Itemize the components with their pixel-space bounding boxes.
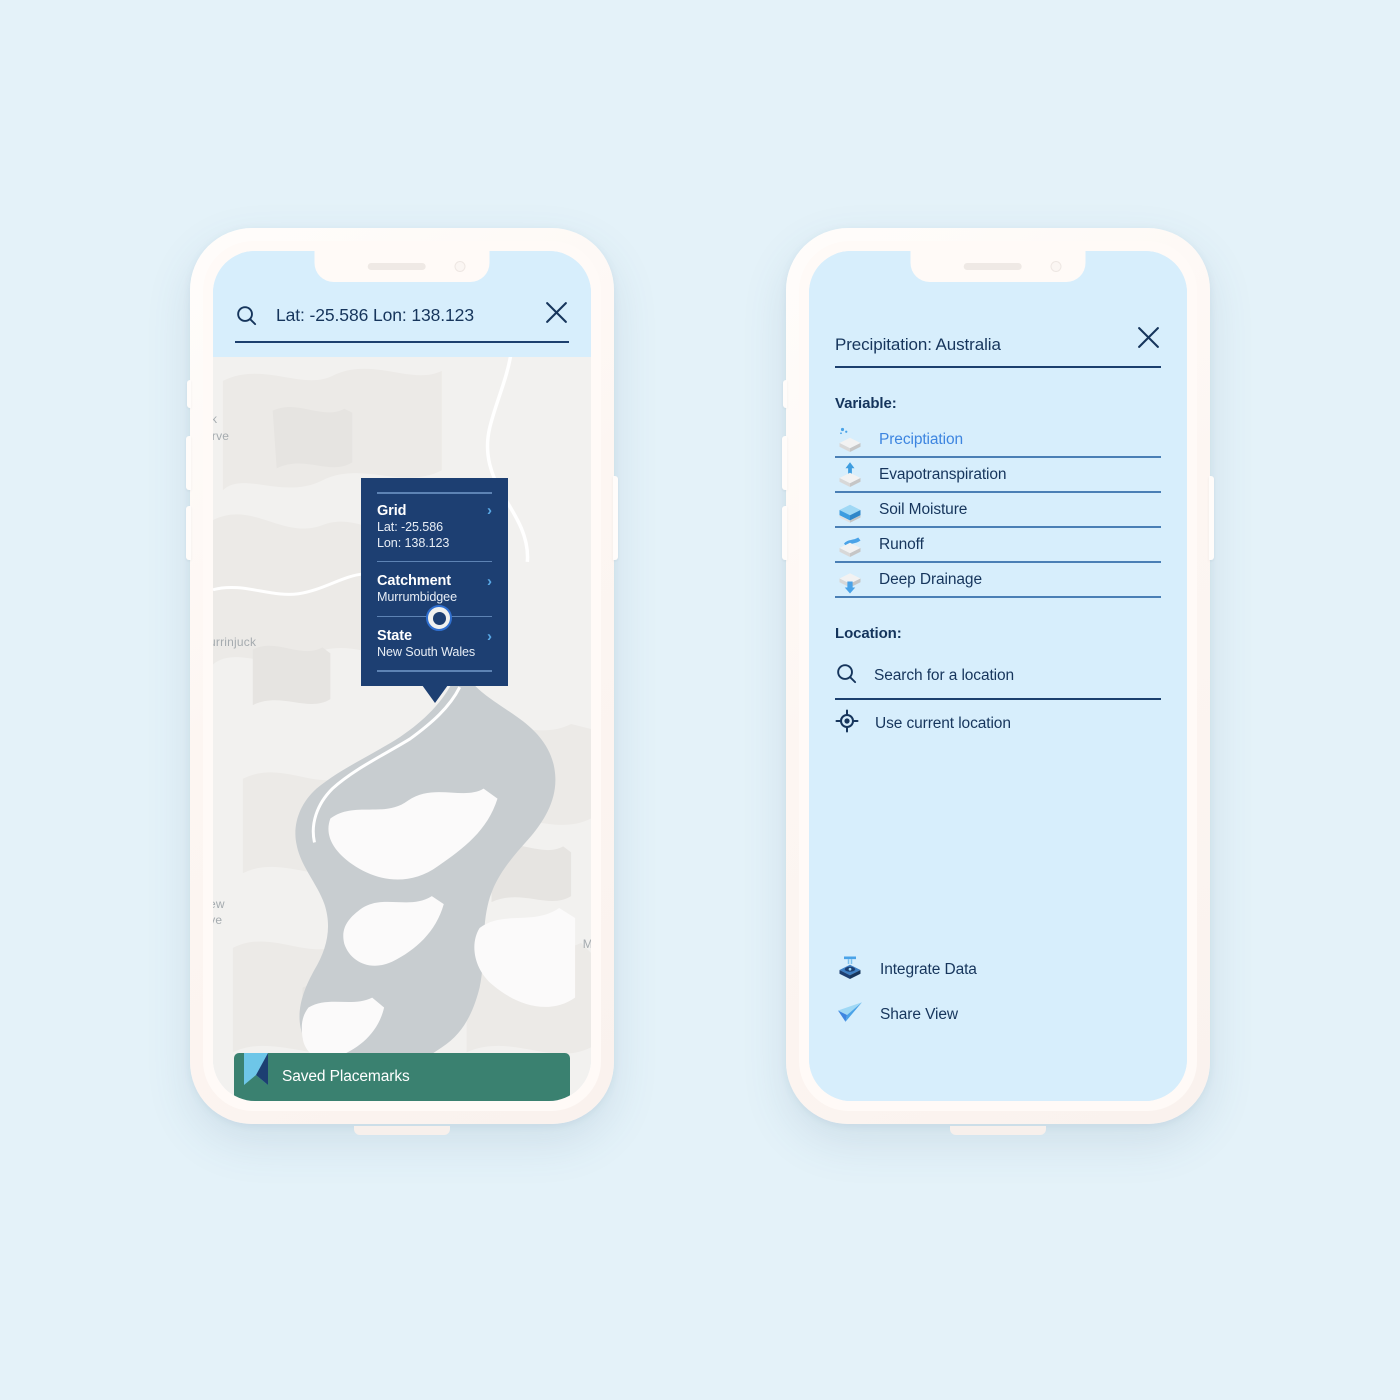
info-section-value: Murrumbidgee [377, 590, 457, 605]
use-current-location-label: Use current location [875, 714, 1011, 732]
power-button[interactable] [1209, 476, 1214, 560]
phone-mockup-panel: Precipitation: Australia Variable: Preci… [782, 228, 1214, 1135]
variable-row-deep-drainage[interactable]: Deep Drainage [835, 563, 1161, 598]
variable-section-label: Variable: [835, 395, 897, 412]
panel-header: Precipitation: Australia [835, 325, 1161, 368]
info-section-value: New South Wales [377, 645, 476, 660]
phone-bezel: Precipitation: Australia Variable: Preci… [799, 241, 1197, 1111]
home-indicator [950, 1126, 1046, 1135]
info-section-title: Catchment [377, 573, 452, 590]
front-camera [1050, 261, 1061, 272]
map-label-rve: rve [213, 913, 223, 927]
variable-row-evapotranspiration[interactable]: Evapotranspiration [835, 458, 1161, 493]
terrain-map [213, 357, 591, 1101]
info-section-catchment[interactable]: Catchment › Murrumbidgee [377, 573, 492, 605]
variable-label: Runoff [879, 535, 924, 553]
share-view-row[interactable]: Share View [835, 992, 1161, 1037]
close-icon[interactable] [1136, 325, 1161, 355]
map-label-m: M [582, 937, 591, 951]
paper-plane-icon [835, 997, 865, 1032]
deep-drainage-cube-icon [835, 565, 865, 595]
mute-switch[interactable] [187, 380, 191, 408]
saved-placemarks-label: Saved Placemarks [282, 1068, 410, 1085]
runoff-cube-icon [835, 530, 865, 560]
bookmark-ribbon-icon [242, 1053, 270, 1101]
phone-bezel: Lake Burrinjuck urrinjuck k erve ew rve … [203, 241, 601, 1111]
integrate-data-row[interactable]: Integrate Data [835, 947, 1161, 992]
panel-screen: Precipitation: Australia Variable: Preci… [809, 251, 1187, 1101]
chevron-right-icon[interactable]: › [487, 629, 492, 644]
crosshair-location-icon [835, 709, 859, 738]
evapotranspiration-cube-icon [835, 460, 865, 490]
integrate-data-label: Integrate Data [880, 960, 977, 978]
search-icon [235, 304, 258, 327]
variable-row-runoff[interactable]: Runoff [835, 528, 1161, 563]
map-marker-dot[interactable] [426, 605, 452, 631]
search-input[interactable]: Lat: -25.586 Lon: 138.123 [276, 305, 526, 326]
map-label-ew: ew [213, 897, 225, 911]
card-divider [377, 492, 492, 494]
panel-actions: Integrate Data Share View [835, 947, 1161, 1037]
volume-down-button[interactable] [186, 506, 191, 560]
front-camera [454, 261, 465, 272]
earpiece-speaker [963, 263, 1022, 270]
search-location-row[interactable]: Search for a location [835, 653, 1161, 700]
info-section-state[interactable]: State › New South Wales [377, 628, 492, 660]
map-label-k: k [213, 412, 218, 426]
search-location-label: Search for a location [874, 666, 1015, 684]
location-section-label: Location: [835, 625, 902, 642]
variable-label: Evapotranspiration [879, 465, 1007, 483]
phone-mockup-map: Lake Burrinjuck urrinjuck k erve ew rve … [186, 228, 618, 1135]
search-icon [835, 662, 858, 690]
variable-label: Deep Drainage [879, 570, 982, 588]
variable-row-precipitation[interactable]: Preciptiation [835, 423, 1161, 458]
card-divider [377, 560, 492, 563]
map-label-urrinjuck: urrinjuck [213, 635, 257, 649]
variable-row-soil-moisture[interactable]: Soil Moisture [835, 493, 1161, 528]
device-notch [314, 251, 490, 282]
saved-placemarks-bar[interactable]: Saved Placemarks [234, 1053, 570, 1101]
info-section-title: Grid [377, 502, 407, 519]
info-section-grid[interactable]: Grid › Lat: -25.586 Lon: 138.123 [377, 503, 492, 551]
info-section-value-lat: Lat: -25.586 [377, 519, 444, 534]
volume-up-button[interactable] [782, 436, 787, 490]
volume-up-button[interactable] [186, 436, 191, 490]
chevron-right-icon[interactable]: › [487, 574, 492, 589]
variable-label: Preciptiation [879, 430, 963, 448]
map-canvas[interactable]: Lake Burrinjuck urrinjuck k erve ew rve … [213, 357, 591, 1101]
power-button[interactable] [613, 476, 618, 560]
chevron-right-icon[interactable]: › [487, 503, 492, 518]
page-title: Precipitation: Australia [835, 335, 1001, 354]
card-divider [377, 670, 492, 672]
integrate-data-icon [835, 952, 865, 987]
precipitation-cube-icon [835, 425, 865, 455]
variable-list: Preciptiation Evapotranspiration Soil Mo… [835, 423, 1161, 598]
info-section-title: State [377, 628, 412, 645]
volume-down-button[interactable] [782, 506, 787, 560]
mute-switch[interactable] [783, 380, 787, 408]
share-view-label: Share View [880, 1005, 958, 1023]
location-options-list: Search for a location Use current locati… [835, 653, 1161, 747]
settings-panel: Precipitation: Australia Variable: Preci… [809, 251, 1187, 1101]
close-icon[interactable] [544, 300, 569, 330]
location-info-card: Grid › Lat: -25.586 Lon: 138.123 Catchme… [361, 478, 508, 703]
map-screen: Lake Burrinjuck urrinjuck k erve ew rve … [213, 251, 591, 1101]
screenshot-canvas: Lake Burrinjuck urrinjuck k erve ew rve … [0, 0, 1400, 1400]
home-indicator [354, 1126, 450, 1135]
variable-label: Soil Moisture [879, 500, 968, 518]
info-section-value-lon: Lon: 138.123 [377, 535, 450, 550]
device-notch [910, 251, 1086, 282]
earpiece-speaker [367, 263, 426, 270]
map-label-erve: erve [213, 429, 230, 443]
use-current-location-row[interactable]: Use current location [835, 700, 1161, 747]
card-pointer [421, 684, 448, 703]
soil-moisture-cube-icon [835, 495, 865, 525]
